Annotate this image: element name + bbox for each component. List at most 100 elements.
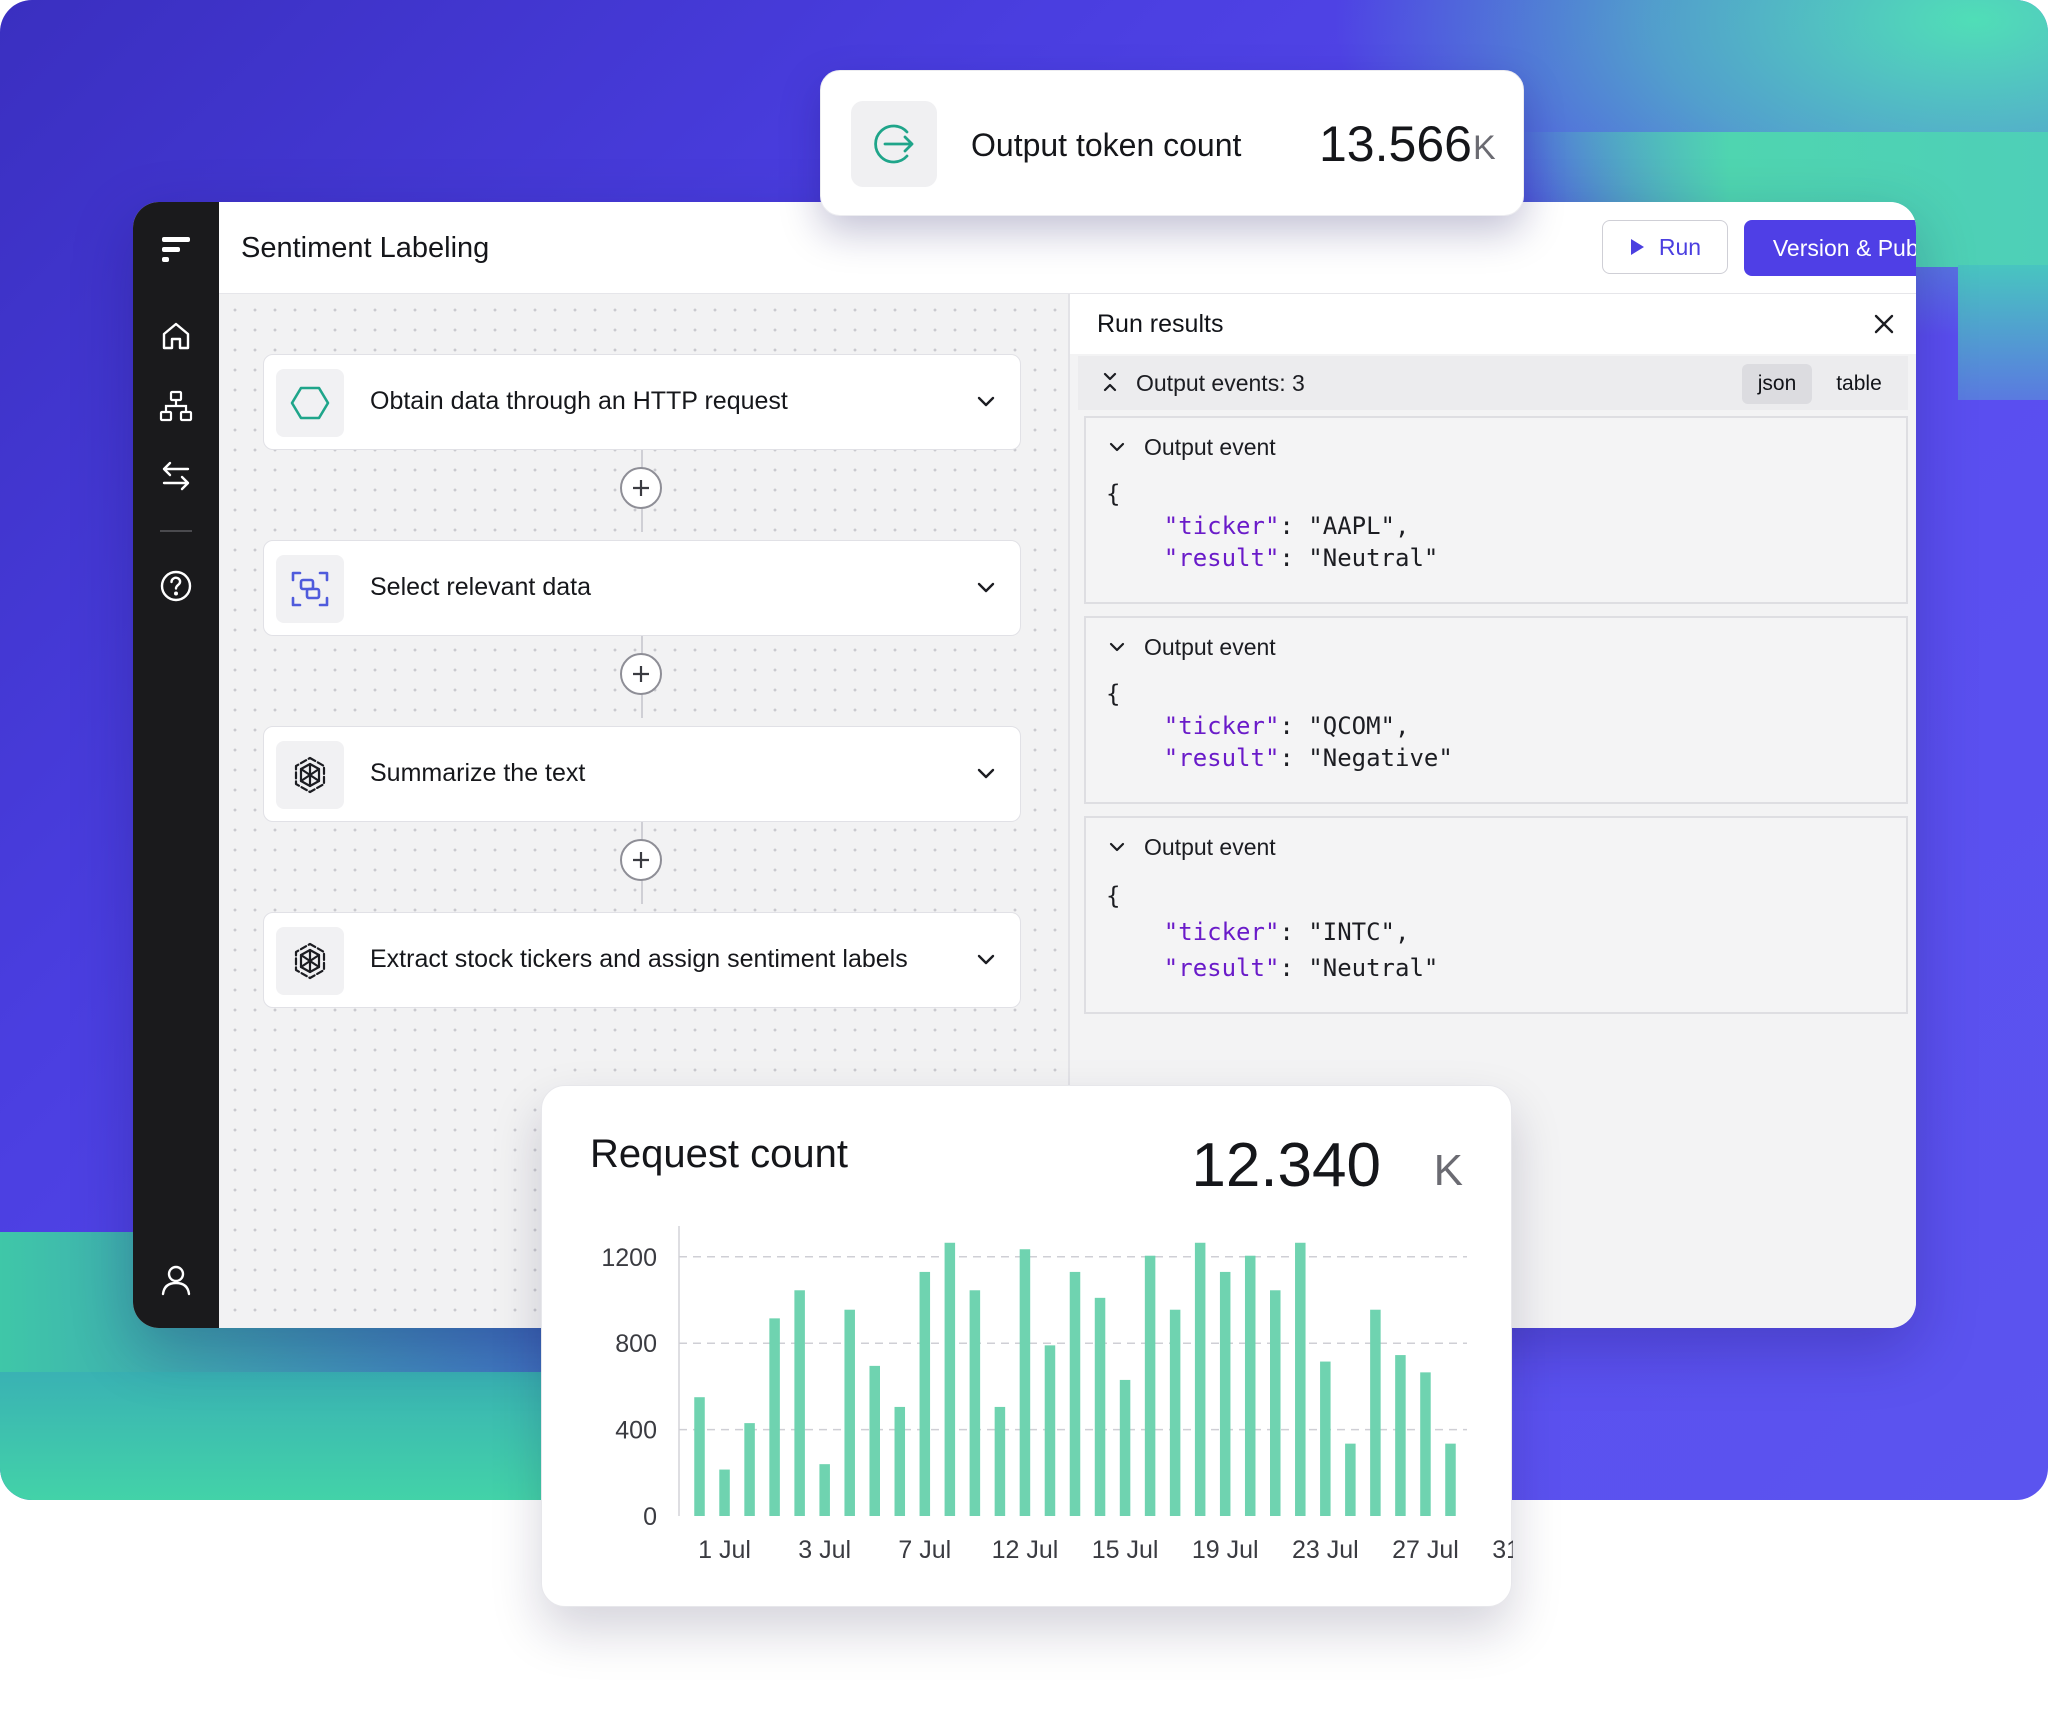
chart-bar (1345, 1443, 1356, 1516)
output-event-heading: Output event (1144, 634, 1276, 660)
output-event: Output event { "ticker": "AAPL", "result… (1084, 416, 1908, 604)
ticker-value: QCOM (1322, 712, 1381, 740)
chart-bar (744, 1423, 755, 1516)
step-label: Obtain data through an HTTP request (370, 387, 788, 415)
ai-model-icon (276, 741, 344, 809)
run-results-title: Run results (1097, 310, 1224, 338)
add-step-button[interactable] (620, 653, 662, 695)
chart-bar (1320, 1361, 1331, 1516)
page-title: Sentiment Labeling (241, 232, 490, 264)
chart-bar (1094, 1297, 1106, 1516)
x-tick-label: 3 Jul (798, 1536, 851, 1564)
chart-bar (944, 1242, 956, 1516)
chevron-down-icon[interactable] (974, 947, 998, 971)
x-tick-label: 1 Jul (698, 1536, 751, 1564)
chart-bar (1044, 1345, 1056, 1516)
select-data-icon (276, 555, 344, 623)
chart-bar (1445, 1443, 1456, 1516)
flow-step[interactable]: Extract stock tickers and assign sentime… (263, 912, 1021, 1008)
step-label: Select relevant data (370, 573, 591, 601)
x-tick-label: 15 Jul (1092, 1536, 1159, 1564)
chart-bar (1169, 1309, 1181, 1516)
token-count-unit: K (1473, 129, 1496, 167)
flow-step[interactable]: Select relevant data (263, 540, 1021, 636)
json-code: { "ticker": "AAPL", "result": "Neutral" (1106, 480, 1439, 572)
token-count-label: Output token count (971, 127, 1242, 163)
x-tick-label: 31 Jul (1492, 1536, 1513, 1564)
output-events-bar: Output events: 3 json table (1078, 356, 1908, 410)
y-tick-label: 400 (615, 1417, 657, 1445)
sidebar-divider (160, 530, 192, 532)
output-token-count-card: Output token count 13.566 K (820, 70, 1524, 216)
output-events-count: Output events: 3 (1136, 370, 1305, 396)
result-value: Neutral (1322, 954, 1424, 982)
json-code: { "ticker": "INTC", "result": "Neutral" (1106, 882, 1439, 982)
chart-bar (1194, 1242, 1206, 1516)
output-event: Output event { "ticker": "QCOM", "result… (1084, 616, 1908, 804)
chevron-down-icon[interactable] (1106, 436, 1128, 458)
chevron-down-icon[interactable] (974, 389, 998, 413)
chart-bar (769, 1318, 780, 1516)
swap-arrows-icon[interactable] (156, 456, 196, 496)
output-arrow-icon (851, 101, 937, 187)
help-icon[interactable] (156, 566, 196, 606)
hexagon-icon (276, 369, 344, 437)
chevron-down-icon[interactable] (974, 761, 998, 785)
collapse-icon[interactable] (1098, 370, 1122, 394)
background-band (1958, 265, 2048, 400)
chart-bar (694, 1397, 705, 1516)
chart-bar (1219, 1271, 1231, 1516)
add-step-button[interactable] (620, 467, 662, 509)
step-label: Summarize the text (370, 759, 586, 787)
chart-bar (719, 1469, 730, 1516)
close-icon[interactable] (1870, 310, 1898, 338)
output-event-heading: Output event (1144, 834, 1276, 860)
json-code: { "ticker": "QCOM", "result": "Negative" (1106, 680, 1453, 772)
y-tick-label: 1200 (601, 1244, 657, 1272)
run-button[interactable]: Run (1602, 220, 1728, 274)
chart-bar (819, 1464, 830, 1516)
x-tick-label: 12 Jul (992, 1536, 1059, 1564)
chart-bar (1295, 1242, 1306, 1516)
home-icon[interactable] (156, 316, 196, 356)
add-step-button[interactable] (620, 839, 662, 881)
chevron-down-icon[interactable] (974, 575, 998, 599)
chart-bar (1395, 1355, 1406, 1516)
chart-bar (969, 1290, 981, 1516)
ai-model-icon (276, 927, 344, 995)
flow-step[interactable]: Obtain data through an HTTP request (263, 354, 1021, 450)
x-tick-label: 23 Jul (1292, 1536, 1359, 1564)
chart-bar (1244, 1255, 1256, 1516)
run-results-header: Run results (1070, 294, 1916, 354)
chart-bar (844, 1309, 855, 1516)
version-publish-button[interactable]: Version & Publish (1744, 220, 1916, 276)
sidebar (133, 202, 219, 1328)
sitemap-icon[interactable] (156, 386, 196, 426)
run-label: Run (1658, 233, 1702, 260)
x-tick-label: 19 Jul (1192, 1536, 1259, 1564)
output-event: Output event { "ticker": "INTC", "result… (1084, 816, 1908, 1014)
chart-bar (1069, 1271, 1081, 1516)
plus-icon (633, 852, 649, 868)
plus-icon (633, 666, 649, 682)
chart-bar (919, 1271, 931, 1516)
result-value: Neutral (1322, 544, 1424, 572)
user-icon[interactable] (156, 1260, 196, 1300)
logo-icon[interactable] (156, 230, 196, 270)
output-event-heading: Output event (1144, 434, 1276, 460)
chevron-down-icon[interactable] (1106, 636, 1128, 658)
step-label: Extract stock tickers and assign sentime… (370, 945, 908, 973)
play-icon (1630, 239, 1644, 255)
chart-bar (894, 1406, 906, 1516)
chevron-down-icon[interactable] (1106, 836, 1128, 858)
tab-table[interactable]: table (1824, 364, 1894, 404)
request-count-chart: 0 400 800 1200 1 Jul 3 Jul 7 Jul 12 Jul 15 Jul 19… (601, 1226, 1513, 1564)
chart-bar (1370, 1309, 1381, 1516)
ticker-value: AAPL (1322, 512, 1381, 540)
y-tick-label: 800 (615, 1330, 657, 1358)
tab-json[interactable]: json (1742, 364, 1812, 404)
chart-bar (994, 1406, 1006, 1516)
chart-bar (1420, 1372, 1431, 1516)
flow-step[interactable]: Summarize the text (263, 726, 1021, 822)
y-tick-label: 0 (643, 1503, 657, 1531)
